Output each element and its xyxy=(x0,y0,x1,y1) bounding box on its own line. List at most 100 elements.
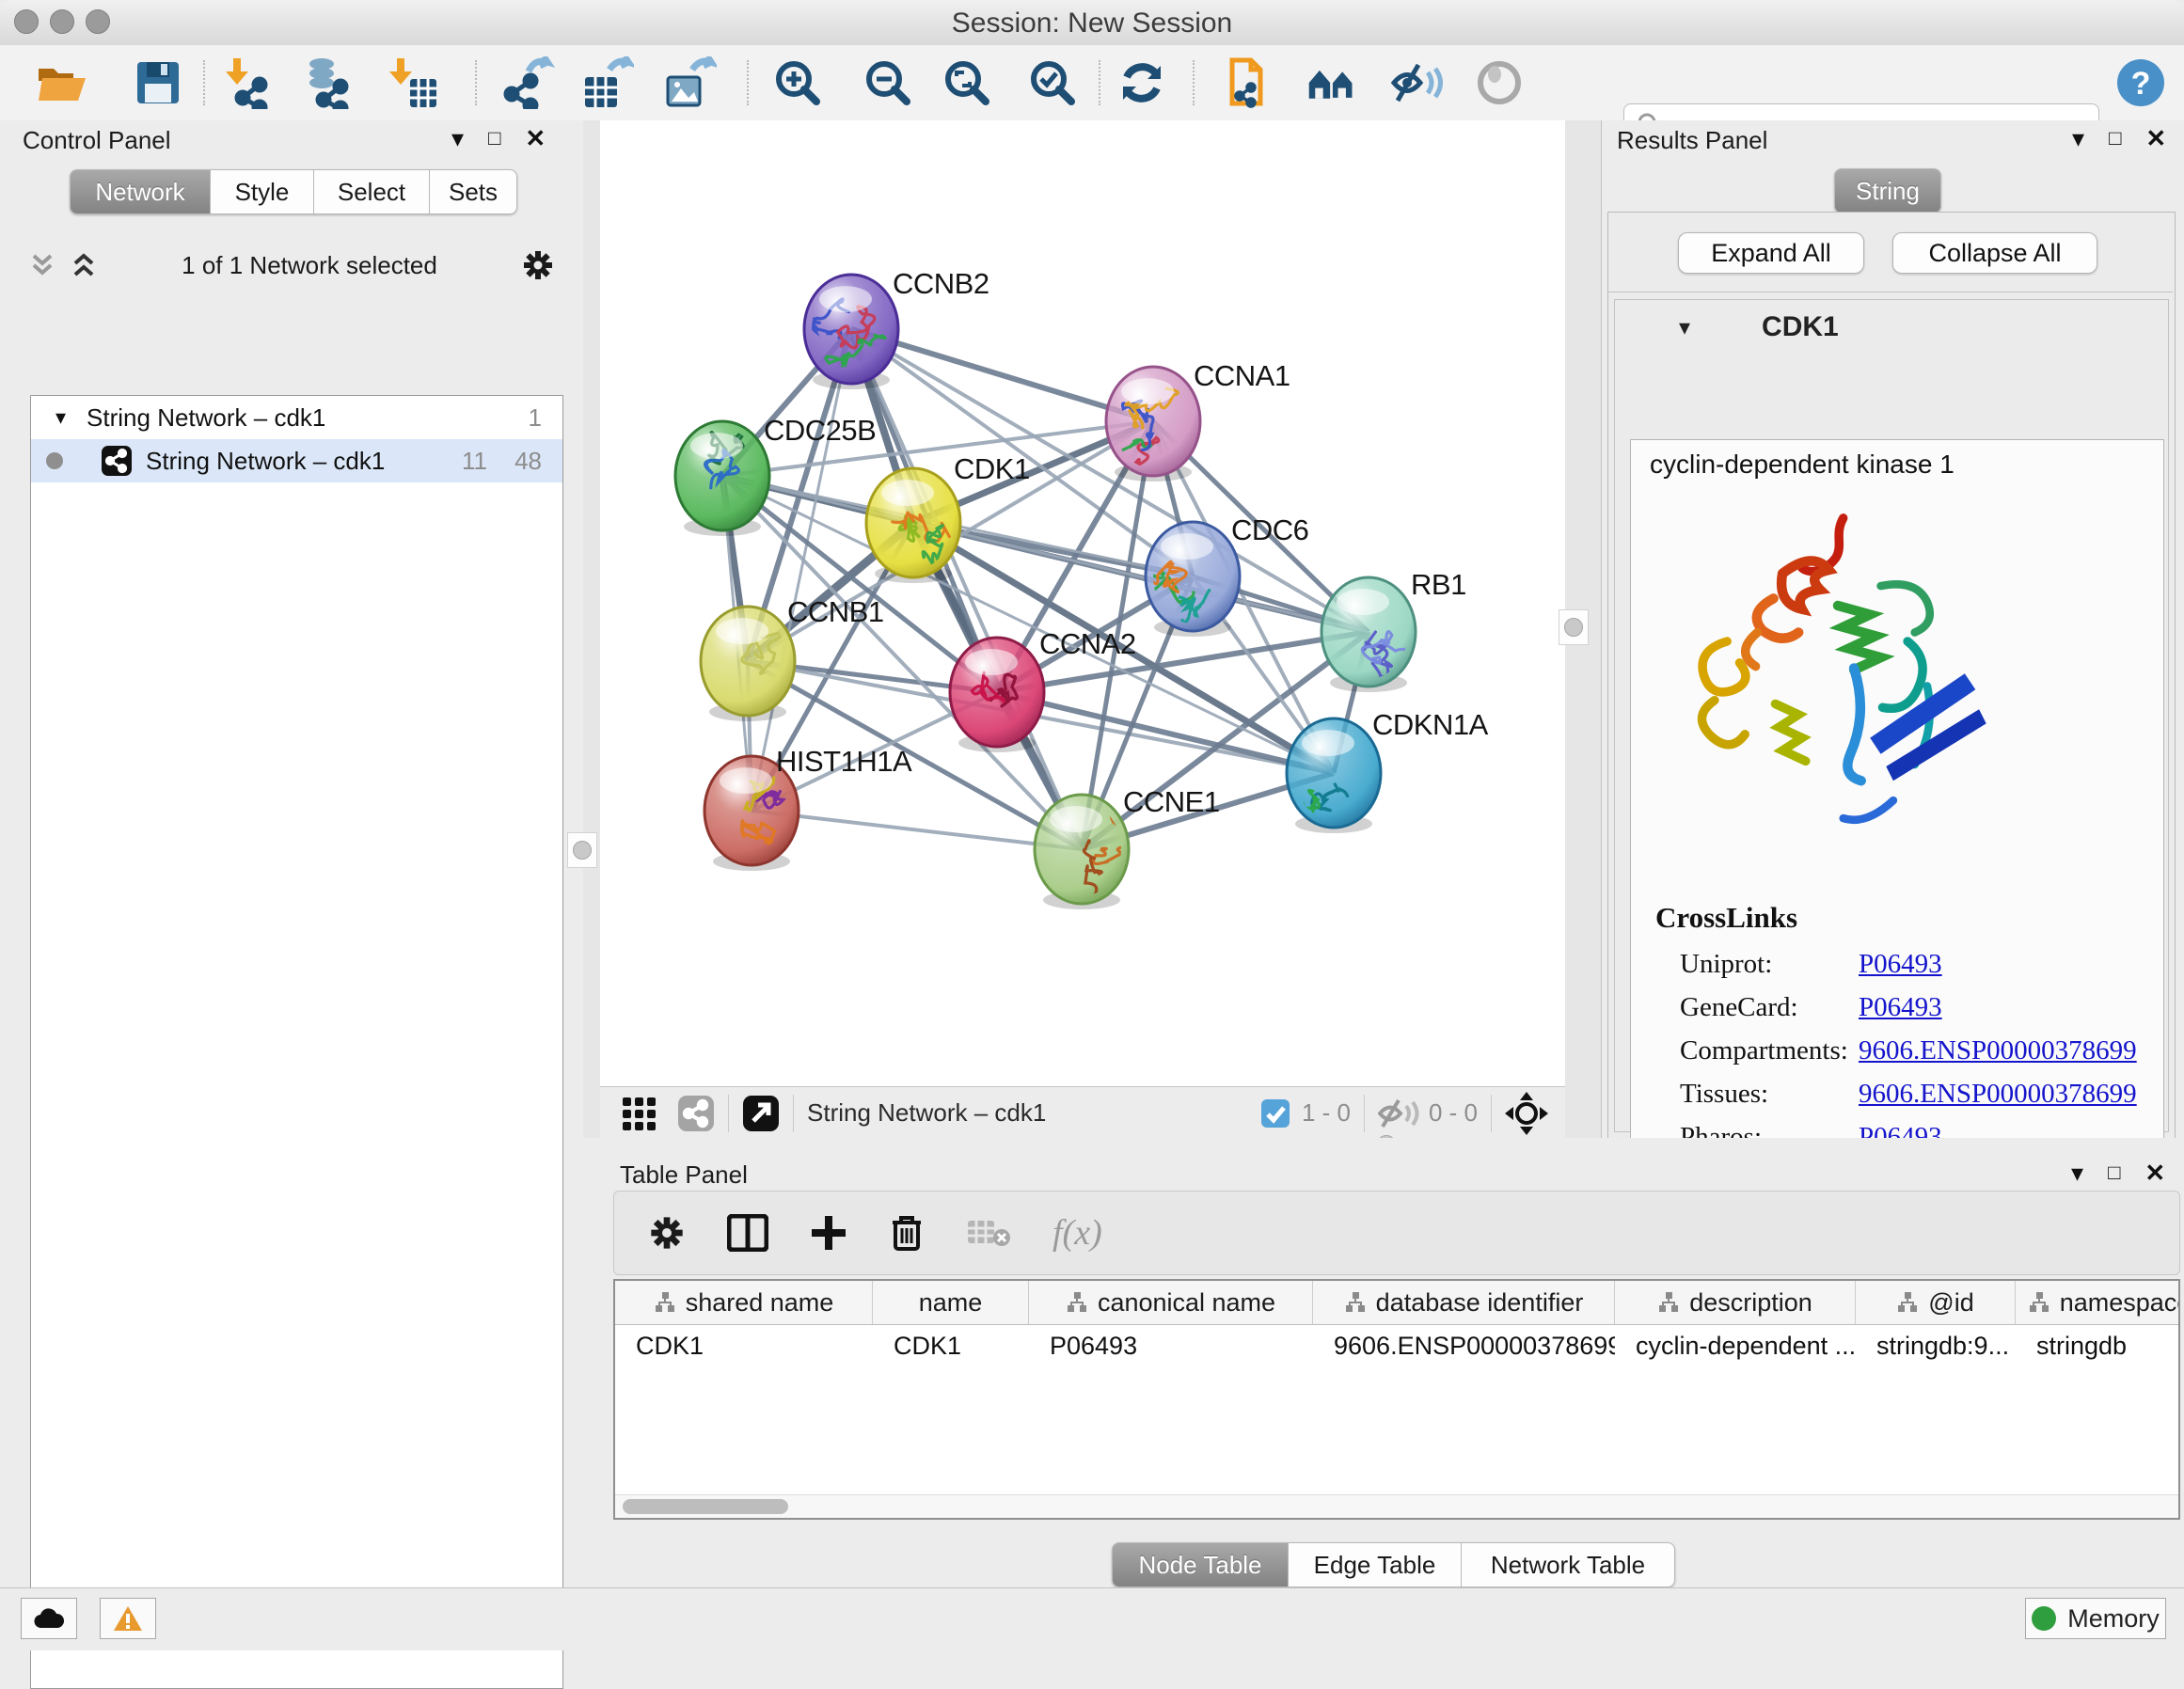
toolbar-separator xyxy=(1364,1095,1365,1132)
control-panel-maximize-button[interactable]: □ xyxy=(488,128,500,149)
control-panel-close-button[interactable]: ✕ xyxy=(525,126,546,150)
zoom-out-icon[interactable] xyxy=(862,58,914,107)
crosslinks-list: Uniprot:P06493GeneCard:P06493Compartment… xyxy=(1680,942,2150,1159)
network-view-title: String Network – cdk1 xyxy=(807,1098,1046,1128)
import-table-icon[interactable] xyxy=(388,58,440,107)
results-panel-maximize-button[interactable]: □ xyxy=(2109,128,2121,149)
node-label-CCNB2: CCNB2 xyxy=(893,267,989,300)
zoom-in-icon[interactable] xyxy=(771,58,824,107)
expand-all-icon[interactable] xyxy=(70,251,98,279)
toolbar-separator xyxy=(475,60,477,105)
tab-edge-table[interactable]: Edge Table xyxy=(1289,1542,1462,1587)
left-splitter-handle[interactable] xyxy=(567,832,597,868)
column-header-shared-name[interactable]: shared name xyxy=(615,1281,873,1324)
expand-all-button[interactable]: Expand All xyxy=(1678,232,1864,274)
network-options-gear-icon[interactable] xyxy=(521,248,555,282)
zoom-fit-icon[interactable] xyxy=(941,58,993,107)
column-header-canonical-name[interactable]: canonical name xyxy=(1029,1281,1313,1324)
table-row[interactable]: CDK1CDK1P064939606.ENSP00000378699cyclin… xyxy=(615,1325,2178,1366)
results-panel-float-button[interactable]: ▾ xyxy=(2072,126,2084,150)
table-cell[interactable]: P06493 xyxy=(1029,1325,1313,1366)
show-columns-icon[interactable] xyxy=(727,1214,768,1252)
column-header-database-identifier[interactable]: database identifier xyxy=(1313,1281,1615,1324)
results-panel-close-button[interactable]: ✕ xyxy=(2145,126,2166,150)
network-collection-row[interactable]: ▾ String Network – cdk1 1 xyxy=(31,396,562,439)
cloud-status-button[interactable] xyxy=(21,1598,77,1639)
warnings-button[interactable] xyxy=(100,1598,156,1639)
results-buttons-row: Expand All Collapse All xyxy=(1608,213,2173,292)
export-table-icon[interactable] xyxy=(581,58,634,107)
gene-section-header[interactable]: ▾ CDK1 xyxy=(1615,308,2168,347)
tab-select[interactable]: Select xyxy=(314,169,430,214)
column-header-namespace[interactable]: namespace xyxy=(2016,1281,2180,1324)
table-panel-maximize-button[interactable]: □ xyxy=(2108,1162,2120,1183)
hidden-eye-icon[interactable] xyxy=(1378,1097,1419,1130)
export-network-icon[interactable] xyxy=(502,58,555,107)
tab-network-table[interactable]: Network Table xyxy=(1462,1542,1675,1587)
tab-style[interactable]: Style xyxy=(211,169,314,214)
network-selection-row: 1 of 1 Network selected xyxy=(28,246,555,284)
collection-count: 1 xyxy=(529,403,542,433)
table-cell[interactable]: stringdb xyxy=(2016,1325,2180,1366)
delete-column-icon[interactable] xyxy=(889,1213,925,1253)
column-header-description[interactable]: description xyxy=(1615,1281,1856,1324)
node-label-CCNB1: CCNB1 xyxy=(787,595,884,628)
table-cell[interactable]: stringdb:9... xyxy=(1856,1325,2016,1366)
crosslink-link[interactable]: 9606.ENSP00000378699 xyxy=(1859,1035,2137,1066)
help-icon[interactable]: ? xyxy=(2114,58,2167,107)
refresh-layout-icon[interactable] xyxy=(1116,58,1168,107)
table-panel-close-button[interactable]: ✕ xyxy=(2144,1160,2165,1185)
delete-table-icon xyxy=(966,1217,1011,1249)
right-splitter-handle[interactable] xyxy=(1559,609,1589,645)
network-view-toolbar: String Network – cdk1 1 - 0 0 - 0 xyxy=(600,1086,1565,1139)
crosslink-link[interactable]: 9606.ENSP00000378699 xyxy=(1859,1079,2137,1110)
crosslink-link[interactable]: P06493 xyxy=(1859,992,1942,1023)
selected-checkbox-icon[interactable] xyxy=(1260,1098,1290,1129)
birdseye-grid-icon[interactable] xyxy=(621,1096,657,1131)
hide-selected-icon[interactable] xyxy=(1390,58,1443,107)
gene-name: CDK1 xyxy=(1762,311,1839,343)
table-cell[interactable]: CDK1 xyxy=(615,1325,873,1366)
save-session-icon[interactable] xyxy=(132,58,184,107)
table-cell[interactable]: 9606.ENSP00000378699 xyxy=(1313,1325,1615,1366)
collapse-all-icon[interactable] xyxy=(28,251,56,279)
table-cell[interactable]: cyclin-dependent ... xyxy=(1615,1325,1856,1366)
tree-expander-icon[interactable]: ▾ xyxy=(55,405,66,430)
add-column-icon[interactable] xyxy=(810,1214,847,1252)
network-row[interactable]: String Network – cdk1 11 48 xyxy=(31,439,562,482)
section-expander-icon[interactable]: ▾ xyxy=(1679,314,1690,341)
export-image-icon[interactable] xyxy=(664,58,717,107)
graphics-detail-icon[interactable] xyxy=(1473,58,1526,107)
first-neighbors-icon[interactable] xyxy=(1306,58,1358,107)
open-in-window-icon[interactable] xyxy=(742,1095,780,1132)
network-canvas[interactable]: CCNB2CCNA1CDC25BCDK1CDC6RB1CCNB1CCNA2CDK… xyxy=(600,120,1565,1086)
network-column-icon xyxy=(1344,1291,1367,1314)
clone-network-icon[interactable] xyxy=(1223,58,1275,107)
import-network-database-icon[interactable] xyxy=(301,58,354,107)
table-options-gear-icon[interactable] xyxy=(648,1214,686,1252)
column-header--id[interactable]: @id xyxy=(1856,1281,2016,1324)
results-panel-title: Results Panel xyxy=(1617,126,1767,155)
tab-sets[interactable]: Sets xyxy=(430,169,517,214)
tab-network[interactable]: Network xyxy=(70,169,211,214)
protein-structure-image xyxy=(1659,498,2017,856)
crosslink-label: Tissues: xyxy=(1680,1079,1859,1110)
table-cell[interactable]: CDK1 xyxy=(873,1325,1029,1366)
table-panel-float-button[interactable]: ▾ xyxy=(2071,1160,2083,1185)
crosslink-link[interactable]: P06493 xyxy=(1859,949,1942,980)
zoom-selected-icon[interactable] xyxy=(1026,58,1079,107)
scrollbar-thumb[interactable] xyxy=(623,1499,788,1514)
open-session-icon[interactable] xyxy=(36,58,88,107)
control-panel-float-button[interactable]: ▾ xyxy=(451,126,464,150)
results-panel-tabs: String xyxy=(1834,168,1941,213)
node-label-CDC6: CDC6 xyxy=(1231,513,1308,546)
tab-node-table[interactable]: Node Table xyxy=(1112,1542,1289,1587)
tab-string[interactable]: String xyxy=(1834,168,1941,213)
style-share-icon[interactable] xyxy=(677,1095,715,1132)
memory-button[interactable]: Memory xyxy=(2025,1598,2166,1639)
column-header-name[interactable]: name xyxy=(873,1281,1029,1324)
fit-content-crosshair-icon[interactable] xyxy=(1505,1092,1548,1135)
import-network-file-icon[interactable] xyxy=(222,58,275,107)
collapse-all-button[interactable]: Collapse All xyxy=(1892,232,2097,274)
table-horizontal-scrollbar[interactable] xyxy=(615,1494,2178,1518)
